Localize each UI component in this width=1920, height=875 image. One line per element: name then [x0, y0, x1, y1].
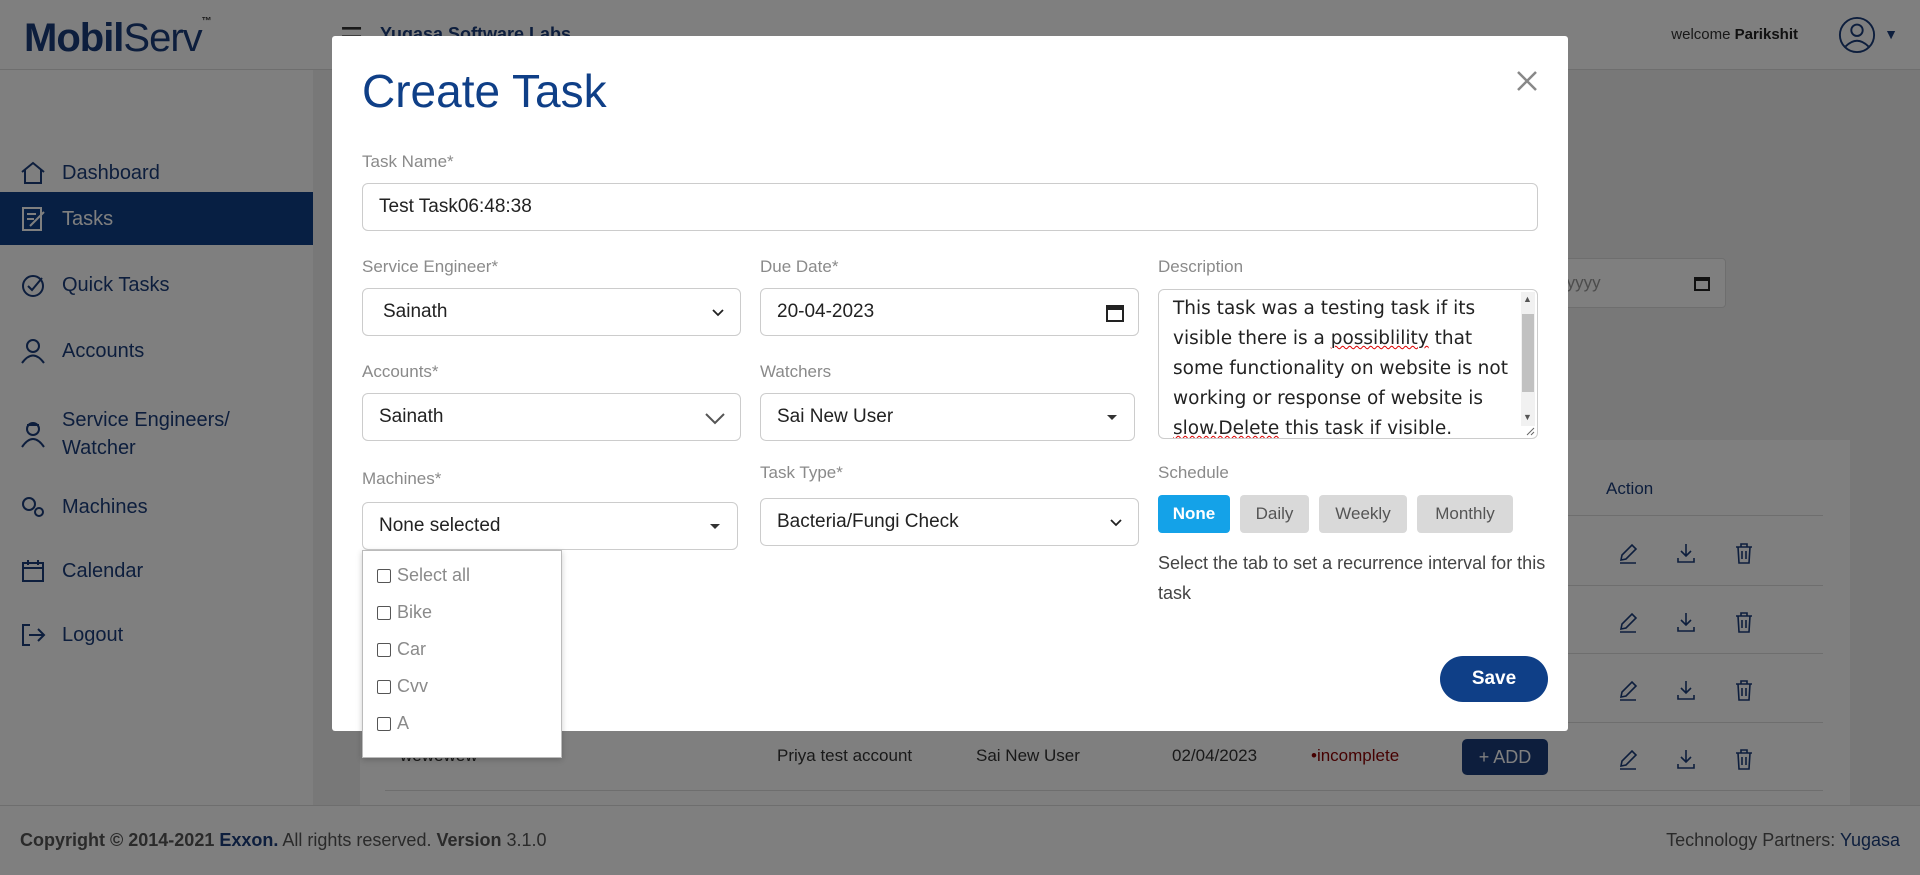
machines-label: Machines* — [362, 469, 442, 488]
task-type-label: Task Type* — [760, 463, 843, 482]
checkbox[interactable] — [377, 679, 391, 694]
description-label: Description — [1158, 257, 1244, 276]
checkbox[interactable] — [377, 642, 391, 657]
caret-down-icon — [1107, 415, 1117, 420]
caret-down-icon — [710, 524, 720, 529]
checkbox[interactable] — [377, 605, 391, 620]
chevron-down-icon — [712, 309, 724, 317]
due-date-label: Due Date* — [760, 257, 839, 276]
close-button[interactable] — [1512, 66, 1542, 96]
watchers-select[interactable]: Sai New User — [760, 393, 1135, 441]
machine-option[interactable]: Cvv — [377, 676, 428, 697]
machines-dropdown-list: Select all Bike Car Cvv A — [362, 550, 562, 758]
scroll-down-icon[interactable]: ▼ — [1523, 412, 1532, 422]
scroll-up-icon[interactable]: ▲ — [1523, 294, 1532, 304]
task-type-select[interactable]: Bacteria/Fungi Check — [760, 498, 1139, 546]
close-icon — [1517, 71, 1537, 91]
schedule-none-button[interactable]: None — [1158, 495, 1230, 533]
schedule-monthly-button[interactable]: Monthly — [1417, 495, 1513, 533]
machine-option[interactable]: Bike — [377, 602, 432, 623]
task-name-input[interactable]: Test Task06:48:38 — [362, 183, 1538, 231]
accounts-label: Accounts* — [362, 362, 439, 381]
resize-handle-icon[interactable] — [1523, 424, 1535, 436]
chevron-down-icon — [705, 413, 725, 425]
schedule-daily-button[interactable]: Daily — [1240, 495, 1309, 533]
machine-option[interactable]: Car — [377, 639, 426, 660]
schedule-label: Schedule — [1158, 463, 1229, 482]
machine-option-select-all[interactable]: Select all — [377, 565, 470, 586]
task-name-label: Task Name* — [362, 152, 454, 171]
calendar-icon[interactable] — [1106, 304, 1124, 322]
service-engineer-label: Service Engineer* — [362, 257, 499, 276]
scrollbar[interactable]: ▲ ▼ — [1521, 292, 1535, 426]
scrollbar-thumb[interactable] — [1522, 314, 1534, 392]
due-date-input[interactable]: 20-04-2023 — [760, 288, 1139, 336]
schedule-weekly-button[interactable]: Weekly — [1319, 495, 1407, 533]
schedule-hint: Select the tab to set a recurrence inter… — [1158, 553, 1546, 603]
modal-title: Create Task — [362, 65, 607, 117]
checkbox[interactable] — [377, 716, 391, 731]
accounts-select[interactable]: Sainath — [362, 393, 741, 441]
machine-option[interactable]: A — [377, 713, 409, 734]
machines-multiselect[interactable]: None selected — [362, 502, 738, 550]
watchers-label: Watchers — [760, 362, 832, 381]
save-button[interactable]: Save — [1440, 656, 1548, 702]
service-engineer-select[interactable]: Sainath — [362, 288, 741, 336]
checkbox[interactable] — [377, 568, 391, 583]
chevron-down-icon — [1110, 519, 1122, 527]
description-textarea[interactable]: This task was a testing task if its visi… — [1158, 289, 1538, 439]
